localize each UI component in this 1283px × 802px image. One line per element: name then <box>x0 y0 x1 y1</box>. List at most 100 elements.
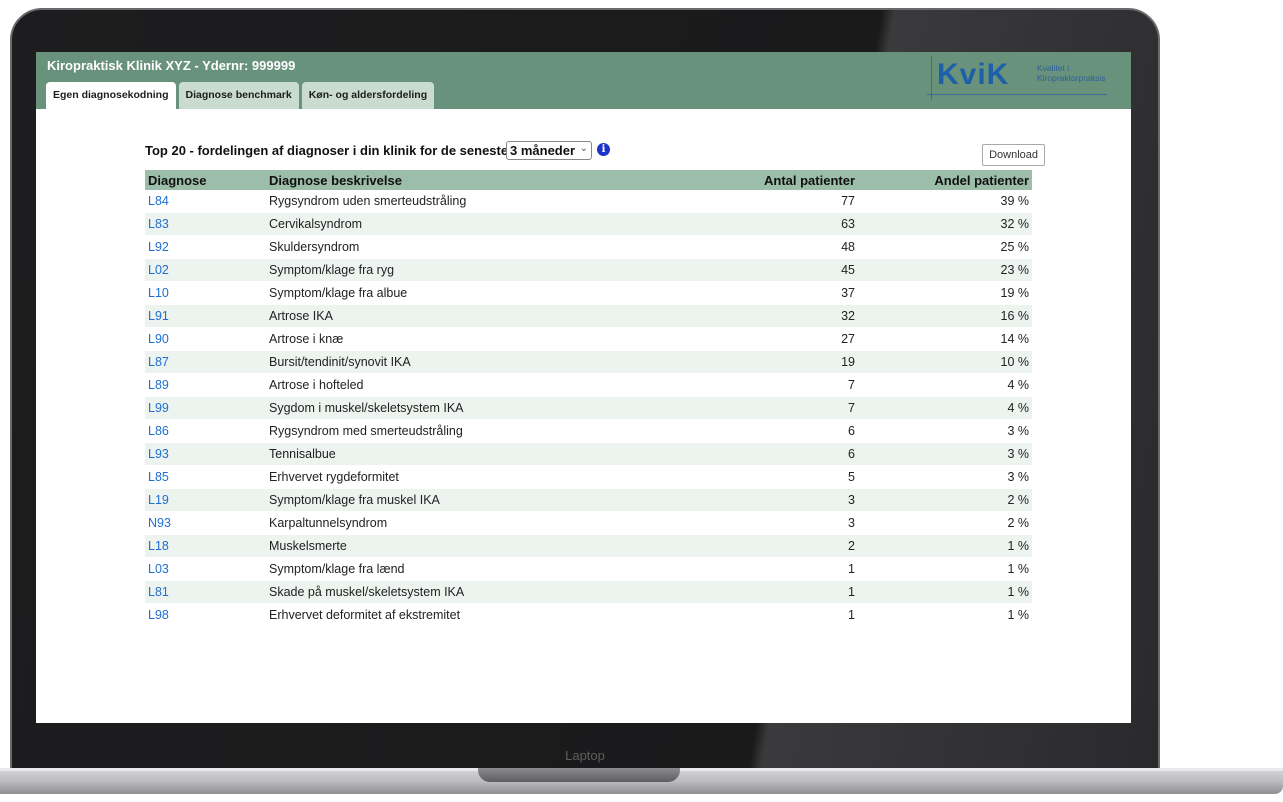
diagnosis-code-link[interactable]: L02 <box>145 258 266 282</box>
table-row: L18 Muskelsmerte 2 1 % <box>145 534 1032 558</box>
diagnosis-code-link[interactable]: L19 <box>145 488 266 512</box>
diagnosis-description: Erhvervet rygdeformitet <box>266 465 697 489</box>
diagnosis-code-link[interactable]: L98 <box>145 603 266 627</box>
diagnosis-description: Skade på muskel/skeletsystem IKA <box>266 580 697 604</box>
diagnosis-description: Symptom/klage fra muskel IKA <box>266 488 697 512</box>
diagnosis-code-link[interactable]: L86 <box>145 419 266 443</box>
table-row: L90 Artrose i knæ 27 14 % <box>145 327 1032 351</box>
diagnosis-description: Symptom/klage fra albue <box>266 281 697 305</box>
patient-count: 63 <box>697 212 858 236</box>
patient-share: 39 % <box>858 190 1032 213</box>
patient-share: 3 % <box>858 419 1032 443</box>
table-row: L02 Symptom/klage fra ryg 45 23 % <box>145 258 1032 282</box>
diagnosis-code-link[interactable]: L92 <box>145 235 266 259</box>
diagnosis-description: Bursit/tendinit/synovit IKA <box>266 350 697 374</box>
download-button[interactable]: Download <box>982 144 1045 166</box>
report-toolbar: Top 20 - fordelingen af diagnoser i din … <box>145 136 1045 170</box>
patient-count: 27 <box>697 327 858 351</box>
diagnosis-description: Cervikalsyndrom <box>266 212 697 236</box>
table-row: N93 Karpaltunnelsyndrom 3 2 % <box>145 511 1032 535</box>
chevron-down-icon: ⌄ <box>579 143 588 154</box>
period-select[interactable]: 3 måneder ⌄ <box>506 141 592 160</box>
patient-share: 1 % <box>858 534 1032 558</box>
report-content: Top 20 - fordelingen af diagnoser i din … <box>145 136 1045 627</box>
table-row: L86 Rygsyndrom med smerteudstråling 6 3 % <box>145 419 1032 443</box>
diagnosis-code-link[interactable]: L18 <box>145 534 266 558</box>
table-row: L93 Tennisalbue 6 3 % <box>145 442 1032 466</box>
patient-share: 23 % <box>858 258 1032 282</box>
patient-share: 1 % <box>858 557 1032 581</box>
diagnosis-description: Muskelsmerte <box>266 534 697 558</box>
patient-count: 1 <box>697 580 858 604</box>
kvik-logo: KviK Kvalitet i Kiropraktorpraksis <box>927 56 1107 100</box>
diagnosis-table: Diagnose Diagnose beskrivelse Antal pati… <box>145 170 1032 627</box>
period-select-value: 3 måneder <box>510 143 576 158</box>
tab-egen-diagnosekodning[interactable]: Egen diagnosekodning <box>46 82 176 109</box>
patient-share: 4 % <box>858 373 1032 397</box>
diagnosis-description: Tennisalbue <box>266 442 697 466</box>
patient-share: 19 % <box>858 281 1032 305</box>
diagnosis-description: Rygsyndrom med smerteudstråling <box>266 419 697 443</box>
info-icon[interactable]: i <box>597 143 610 156</box>
diagnosis-code-link[interactable]: L10 <box>145 281 266 305</box>
col-header-antal: Antal patienter <box>697 170 858 190</box>
patient-share: 14 % <box>858 327 1032 351</box>
diagnosis-code-link[interactable]: L03 <box>145 557 266 581</box>
diagnosis-code-link[interactable]: N93 <box>145 511 266 535</box>
patient-share: 1 % <box>858 603 1032 627</box>
patient-count: 1 <box>697 603 858 627</box>
patient-count: 37 <box>697 281 858 305</box>
patient-count: 6 <box>697 419 858 443</box>
table-row: L83 Cervikalsyndrom 63 32 % <box>145 212 1032 236</box>
patient-count: 7 <box>697 396 858 420</box>
logo-tagline: Kvalitet i Kiropraktorpraksis <box>1037 63 1117 83</box>
table-row: L03 Symptom/klage fra lænd 1 1 % <box>145 557 1032 581</box>
tab-diagnose-benchmark[interactable]: Diagnose benchmark <box>178 82 299 109</box>
patient-share: 16 % <box>858 304 1032 328</box>
table-row: L19 Symptom/klage fra muskel IKA 3 2 % <box>145 488 1032 512</box>
logo-word: KviK <box>937 58 1010 91</box>
diagnosis-description: Skuldersyndrom <box>266 235 697 259</box>
diagnosis-code-link[interactable]: L99 <box>145 396 266 420</box>
col-header-diagnose: Diagnose <box>145 170 266 190</box>
table-row: L98 Erhvervet deformitet af ekstremitet 1 1… <box>145 603 1032 627</box>
patient-count: 5 <box>697 465 858 489</box>
patient-count: 19 <box>697 350 858 374</box>
tab-koen-og-aldersfordeling[interactable]: Køn- og aldersfordeling <box>301 82 435 109</box>
table-row: L92 Skuldersyndrom 48 25 % <box>145 235 1032 259</box>
diagnosis-code-link[interactable]: L81 <box>145 580 266 604</box>
app-header: Kiropraktisk Klinik XYZ - Ydernr: 999999… <box>36 52 1131 109</box>
patient-share: 3 % <box>858 465 1032 489</box>
diagnosis-description: Karpaltunnelsyndrom <box>266 511 697 535</box>
diagnosis-description: Symptom/klage fra lænd <box>266 557 697 581</box>
diagnosis-code-link[interactable]: L93 <box>145 442 266 466</box>
tab-bar: Egen diagnosekodning Diagnose benchmark … <box>46 82 435 109</box>
patient-count: 3 <box>697 511 858 535</box>
patient-share: 1 % <box>858 580 1032 604</box>
diagnosis-code-link[interactable]: L83 <box>145 212 266 236</box>
table-row: L89 Artrose i hofteled 7 4 % <box>145 373 1032 397</box>
patient-share: 3 % <box>858 442 1032 466</box>
col-header-beskrivelse: Diagnose beskrivelse <box>266 170 697 190</box>
diagnosis-description: Erhvervet deformitet af ekstremitet <box>266 603 697 627</box>
diagnosis-code-link[interactable]: L85 <box>145 465 266 489</box>
table-row: L99 Sygdom i muskel/skeletsystem IKA 7 4 % <box>145 396 1032 420</box>
diagnosis-code-link[interactable]: L89 <box>145 373 266 397</box>
patient-count: 2 <box>697 534 858 558</box>
diagnosis-description: Artrose i hofteled <box>266 373 697 397</box>
diagnosis-description: Artrose i knæ <box>266 327 697 351</box>
diagnosis-code-link[interactable]: L91 <box>145 304 266 328</box>
table-row: L85 Erhvervet rygdeformitet 5 3 % <box>145 465 1032 489</box>
patient-count: 6 <box>697 442 858 466</box>
patient-count: 45 <box>697 258 858 282</box>
table-row: L87 Bursit/tendinit/synovit IKA 19 10 % <box>145 350 1032 374</box>
diagnosis-code-link[interactable]: L87 <box>145 350 266 374</box>
patient-share: 25 % <box>858 235 1032 259</box>
patient-count: 7 <box>697 373 858 397</box>
app-screen: Kiropraktisk Klinik XYZ - Ydernr: 999999… <box>36 52 1131 723</box>
table-header-row: Diagnose Diagnose beskrivelse Antal pati… <box>145 170 1032 190</box>
diagnosis-code-link[interactable]: L84 <box>145 190 266 213</box>
patient-count: 1 <box>697 557 858 581</box>
patient-share: 32 % <box>858 212 1032 236</box>
diagnosis-code-link[interactable]: L90 <box>145 327 266 351</box>
